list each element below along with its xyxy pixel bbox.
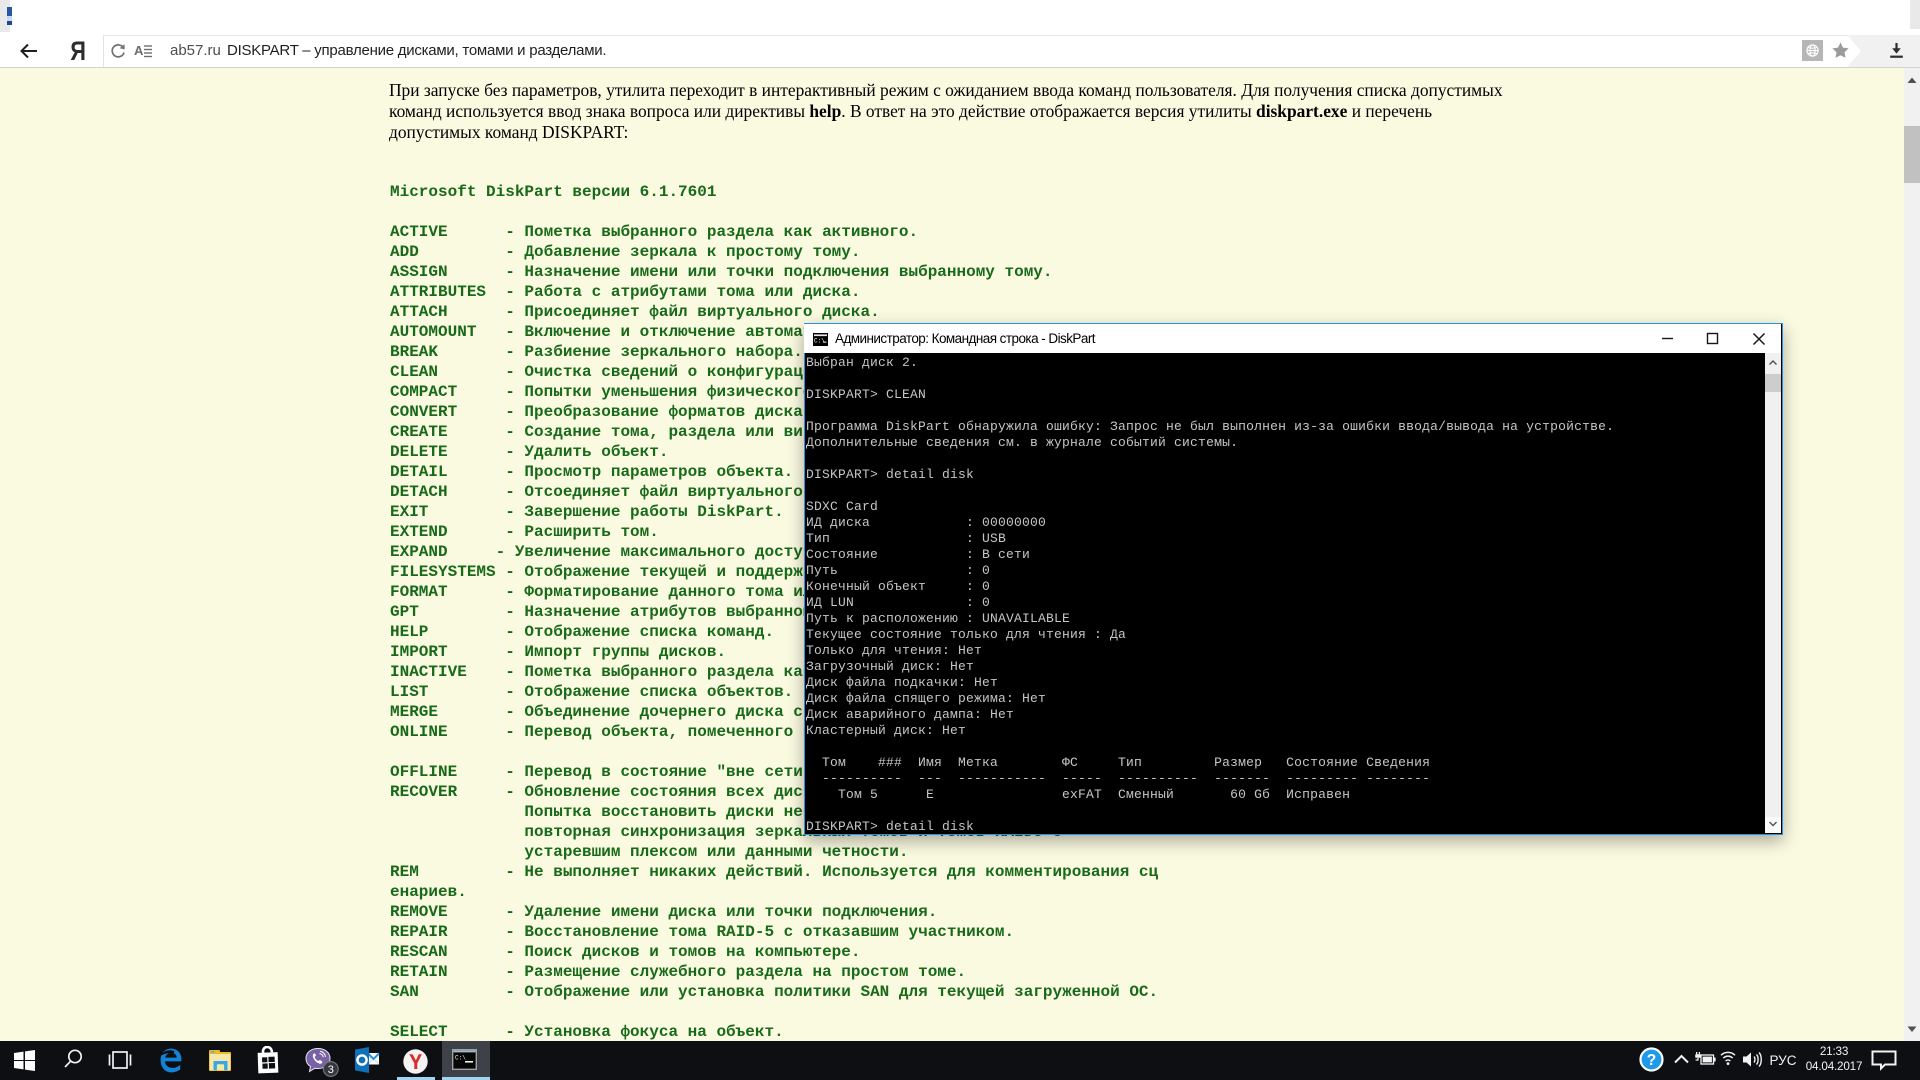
- svg-text:C:\: C:\: [455, 1055, 466, 1062]
- svg-text:C:\: C:\: [814, 338, 825, 345]
- svg-text:3: 3: [328, 1064, 334, 1076]
- svg-text:?: ?: [1647, 1052, 1656, 1069]
- svg-text:A: A: [134, 44, 144, 58]
